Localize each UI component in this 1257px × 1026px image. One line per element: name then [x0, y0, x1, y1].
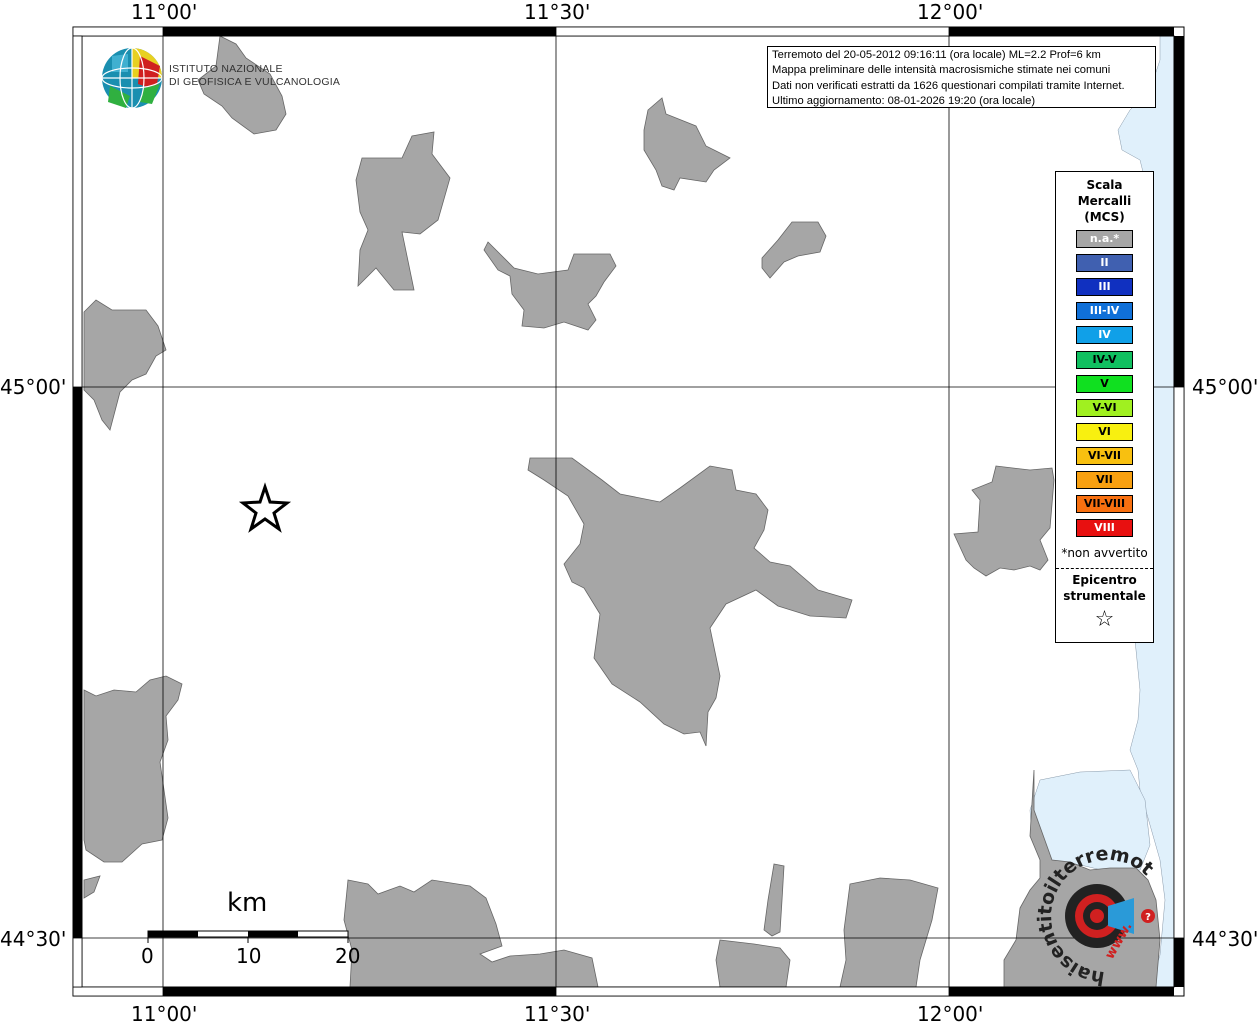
scale-bar-unit: km [227, 888, 268, 918]
scale-bar-tick: 10 [236, 944, 262, 968]
info-line-3: Dati non verificati estratti da 1626 que… [772, 79, 1125, 92]
lat-label-right: 45°00' [1192, 375, 1257, 399]
earthquake-info-box: Terremoto del 20-05-2012 09:16:11 (ora l… [767, 46, 1156, 108]
lat-label-right: 44°30' [1192, 927, 1257, 951]
legend-epicenter-label: Epicentro strumentale [1056, 572, 1153, 604]
legend-epicenter-line: Epicentro [1072, 573, 1137, 587]
legend-title-line: Scala [1086, 178, 1123, 192]
lon-label-bottom: 11°30' [524, 1002, 591, 1026]
lon-label-top: 11°30' [524, 0, 591, 24]
legend-swatch: III [1076, 278, 1133, 297]
legend-swatch: n.a.* [1076, 230, 1133, 248]
legend-swatch: VI [1076, 422, 1133, 441]
legend-swatch: VI-VII [1076, 446, 1133, 465]
legend-title-line: (MCS) [1084, 210, 1125, 224]
ingv-line-2: DI GEOFISICA E VULCANOLOGIA [169, 76, 341, 88]
legend-note: *non avvertito [1061, 546, 1148, 560]
legend-epicenter-line: strumentale [1063, 589, 1146, 603]
map-root: ? 11°00' 11°30' 12°00' 11°00' 11°30' 12°… [0, 0, 1257, 1026]
legend-star-icon: ☆ [1094, 607, 1115, 632]
legend-swatch: V-VI [1076, 398, 1133, 417]
info-line-4: Ultimo aggiornamento: 08-01-2026 19:20 (… [772, 94, 1036, 107]
ingv-logo-text: ISTITUTO NAZIONALE DI GEOFISICA E VULCAN… [169, 63, 340, 89]
info-line-1: Terremoto del 20-05-2012 09:16:11 (ora l… [772, 49, 1101, 61]
legend-title-line: Mercalli [1077, 194, 1132, 208]
scale-bar-tick: 0 [141, 944, 154, 968]
svg-text:?: ? [1145, 912, 1151, 923]
mercalli-legend: Scala Mercalli (MCS) n.a.* II III III-IV IV I… [1055, 171, 1154, 643]
ingv-line-1: ISTITUTO NAZIONALE [169, 63, 283, 75]
legend-swatch: VIII [1076, 519, 1133, 538]
lon-label-top: 11°00' [131, 0, 198, 24]
scale-bar-tick: 20 [335, 944, 361, 968]
info-line-2: Mappa preliminare delle intensità macros… [772, 64, 1111, 77]
legend-swatch: VII-VIII [1076, 495, 1133, 514]
legend-swatch: IV-V [1076, 350, 1133, 369]
lon-label-bottom: 12°00' [917, 1002, 984, 1026]
legend-swatch: II [1076, 254, 1133, 273]
lon-label-top: 12°00' [917, 0, 984, 24]
legend-swatch: IV [1076, 326, 1133, 345]
legend-title: Scala Mercalli (MCS) [1056, 177, 1153, 225]
lon-label-bottom: 11°00' [131, 1002, 198, 1026]
lat-label-left: 45°00' [0, 375, 67, 399]
legend-swatch: V [1076, 374, 1133, 393]
ingv-logo-icon [101, 47, 163, 109]
lat-label-left: 44°30' [0, 927, 67, 951]
legend-swatch: III-IV [1076, 302, 1133, 321]
legend-divider [1056, 568, 1153, 569]
legend-swatch: VII [1076, 471, 1133, 489]
